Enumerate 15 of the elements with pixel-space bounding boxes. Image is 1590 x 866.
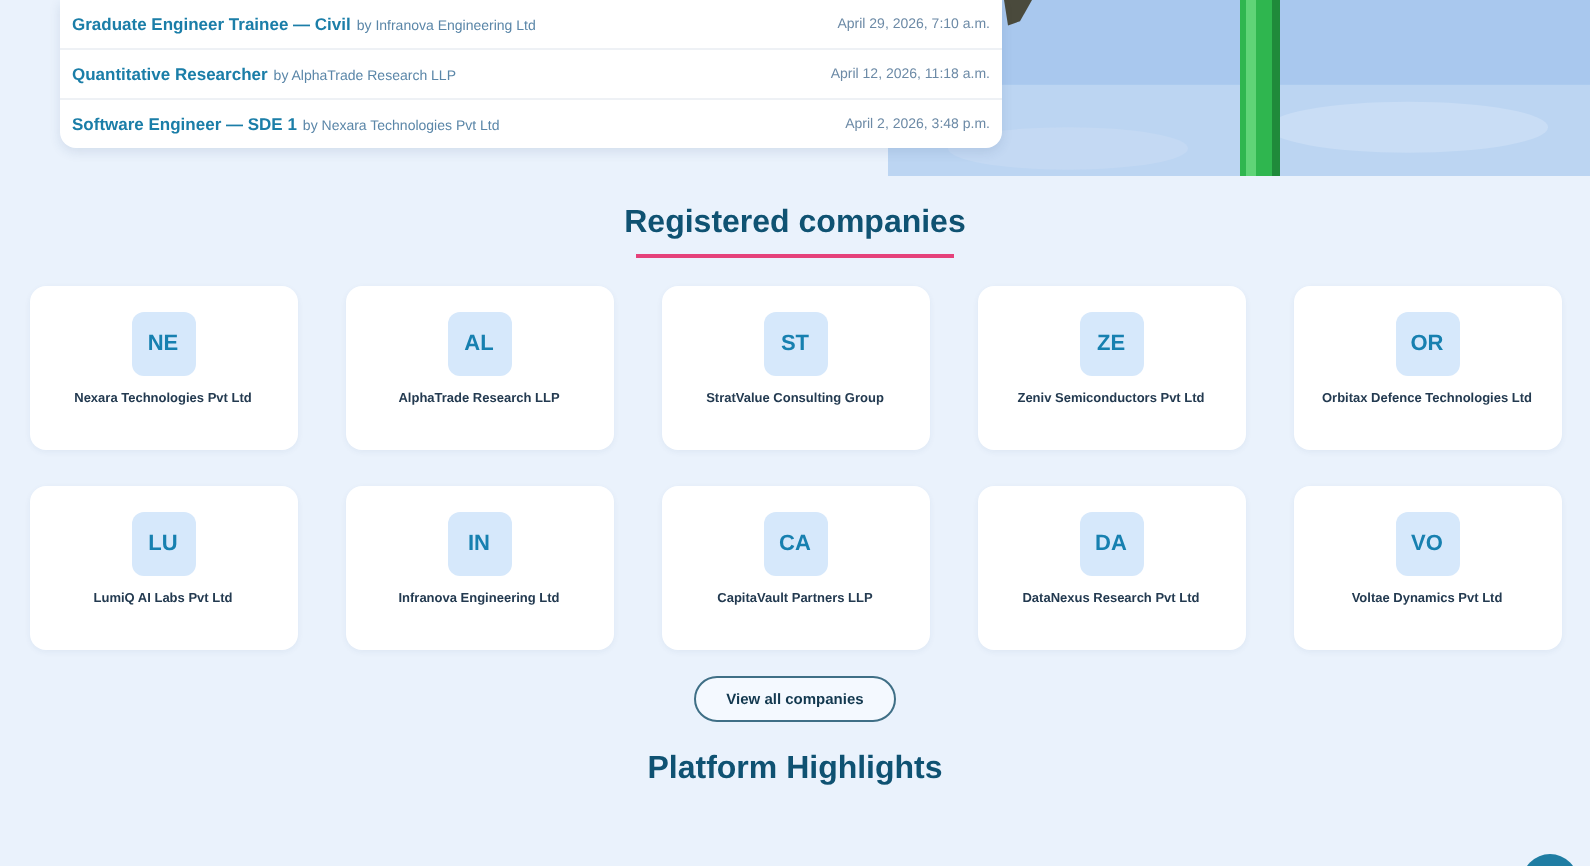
- company-initials: LU: [131, 512, 195, 576]
- company-initials: AL: [447, 312, 511, 376]
- job-title-link[interactable]: Software Engineer — SDE 1: [72, 114, 297, 134]
- company-initials: IN: [447, 512, 511, 576]
- company-initials: OR: [1395, 312, 1459, 376]
- company-initials: ST: [763, 312, 827, 376]
- job-title-link[interactable]: Quantitative Researcher: [72, 64, 268, 84]
- section-heading: Registered companies: [624, 204, 966, 244]
- company-initials: CA: [763, 512, 827, 576]
- company-initials: ZE: [1079, 312, 1143, 376]
- company-initials: DA: [1079, 512, 1143, 576]
- company-initials: VO: [1395, 512, 1459, 576]
- company-initials: NE: [131, 312, 195, 376]
- job-title-link[interactable]: Graduate Engineer Trainee — Civil: [72, 14, 351, 34]
- section-heading: Platform Highlights: [647, 750, 943, 790]
